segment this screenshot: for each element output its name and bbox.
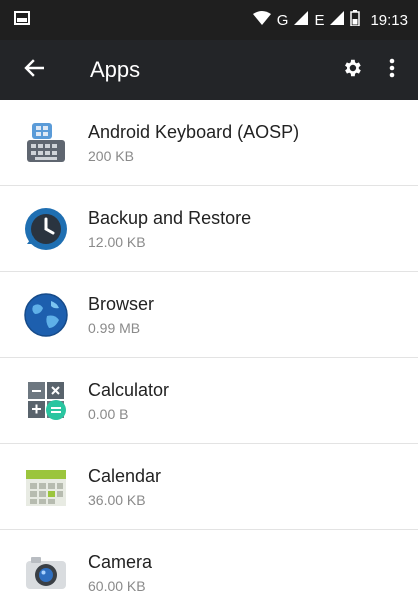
backup-restore-icon (22, 205, 70, 253)
browser-globe-icon (22, 291, 70, 339)
list-item-backup-restore[interactable]: Backup and Restore 12.00 KB (0, 186, 418, 272)
clock: 19:13 (370, 11, 408, 29)
app-name: Calculator (88, 379, 170, 400)
app-size: 36.00 KB (88, 491, 146, 508)
app-bar: Apps (0, 40, 418, 100)
notification-icon (14, 10, 30, 30)
app-name: Calendar (88, 465, 162, 486)
app-list: Android Keyboard (AOSP) 200 KB Backup an… (0, 100, 418, 616)
wifi-icon (252, 10, 271, 30)
calculator-icon (22, 377, 70, 425)
calendar-icon (22, 463, 70, 511)
list-item-calculator[interactable]: Calculator 0.00 B (0, 358, 418, 444)
back-arrow-icon (24, 58, 45, 82)
list-item-browser[interactable]: Browser 0.99 MB (0, 272, 418, 358)
status-bar: G E 19:13 (0, 0, 418, 40)
app-size: 60.00 KB (88, 578, 146, 594)
app-size: 12.00 KB (88, 233, 146, 250)
back-button[interactable] (14, 50, 54, 90)
app-size: 200 KB (88, 147, 134, 164)
app-name: Camera (88, 552, 153, 572)
signal-icon (330, 10, 345, 30)
signal-icon (294, 10, 309, 30)
overflow-menu-icon (389, 58, 395, 83)
app-name: Android Keyboard (AOSP) (88, 121, 300, 142)
list-item-camera[interactable]: Camera 60.00 KB (0, 530, 418, 616)
app-name: Backup and Restore (88, 207, 252, 228)
app-name: Browser (88, 293, 155, 314)
list-item-android-keyboard[interactable]: Android Keyboard (AOSP) 200 KB (0, 100, 418, 186)
overflow-menu-button[interactable] (372, 50, 412, 90)
network-type-label: G (276, 11, 289, 29)
list-item-calendar[interactable]: Calendar 36.00 KB (0, 444, 418, 530)
settings-button[interactable] (332, 50, 372, 90)
gear-icon (341, 57, 363, 84)
camera-icon (22, 549, 70, 597)
page-title: Apps (90, 57, 141, 82)
keyboard-icon (22, 119, 70, 167)
app-size: 0.99 MB (88, 319, 141, 336)
network-type-label-2: E (314, 11, 325, 29)
app-size: 0.00 B (88, 405, 129, 422)
battery-icon (350, 9, 361, 31)
